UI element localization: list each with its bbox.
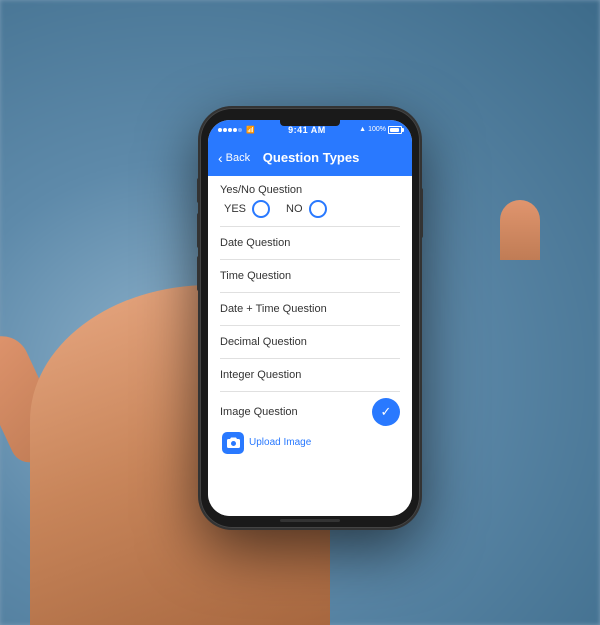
volume-down-button: [197, 256, 200, 291]
image-question-section[interactable]: Image Question ✓ Upload Image: [208, 392, 412, 460]
location-icon: ▲: [359, 126, 366, 133]
date-question-row[interactable]: Date Question: [208, 227, 412, 259]
status-right: ▲ 100%: [359, 126, 402, 134]
no-option[interactable]: NO: [286, 200, 327, 218]
hand-scene: 📶 9:41 AM ▲ 100% ‹ Back Question Types: [0, 0, 600, 625]
back-arrow-icon: ‹: [218, 151, 223, 165]
volume-up-button: [197, 213, 200, 248]
date-time-question-row[interactable]: Date + Time Question: [208, 293, 412, 325]
upload-image-text: Upload Image: [249, 437, 311, 448]
date-time-question-label: Date + Time Question: [220, 303, 327, 315]
decimal-question-label: Decimal Question: [220, 336, 307, 348]
image-question-label: Image Question: [220, 406, 298, 418]
mute-button: [197, 178, 200, 203]
nav-title: Question Types: [250, 150, 372, 165]
back-button[interactable]: ‹ Back: [218, 151, 250, 165]
screen: 📶 9:41 AM ▲ 100% ‹ Back Question Types: [208, 120, 412, 516]
no-label: NO: [286, 203, 303, 215]
integer-question-row[interactable]: Integer Question: [208, 359, 412, 391]
battery-fill: [390, 128, 399, 132]
yes-radio[interactable]: [252, 200, 270, 218]
integer-question-label: Integer Question: [220, 369, 301, 381]
battery-icon: [388, 126, 402, 134]
upload-image-row[interactable]: Upload Image: [222, 432, 400, 454]
yes-option[interactable]: YES: [224, 200, 270, 218]
back-label: Back: [226, 152, 250, 164]
power-button: [420, 188, 423, 238]
navigation-bar: ‹ Back Question Types: [208, 140, 412, 176]
decimal-question-row[interactable]: Decimal Question: [208, 326, 412, 358]
camera-icon-box: [222, 432, 244, 454]
status-time: 9:41 AM: [288, 125, 326, 135]
check-icon: ✓: [381, 405, 392, 418]
carrier-dots: [218, 128, 242, 132]
content-area: Yes/No Question YES NO: [208, 176, 412, 516]
selected-checkmark: ✓: [372, 398, 400, 426]
yes-no-section: Yes/No Question YES NO: [208, 176, 412, 226]
notch: [280, 120, 340, 126]
image-question-header: Image Question ✓: [220, 398, 400, 426]
yes-label: YES: [224, 203, 246, 215]
time-question-row[interactable]: Time Question: [208, 260, 412, 292]
no-radio[interactable]: [309, 200, 327, 218]
home-indicator: [280, 519, 340, 522]
yes-no-label: Yes/No Question: [220, 184, 400, 196]
phone: 📶 9:41 AM ▲ 100% ‹ Back Question Types: [200, 108, 420, 528]
wifi-icon: 📶: [246, 126, 255, 134]
battery-percent: 100%: [368, 126, 386, 133]
date-question-label: Date Question: [220, 237, 290, 249]
yes-no-row: YES NO: [220, 200, 400, 222]
camera-icon: [227, 437, 240, 448]
status-left: 📶: [218, 126, 255, 134]
time-question-label: Time Question: [220, 270, 291, 282]
